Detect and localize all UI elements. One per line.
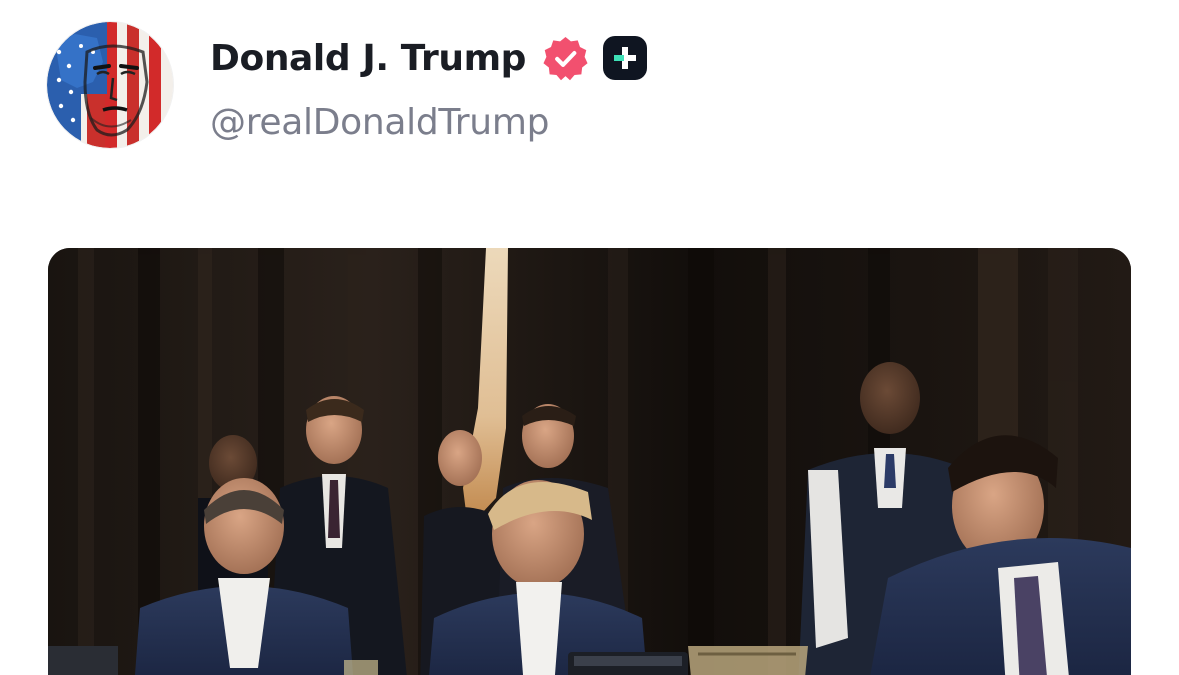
truth-plus-icon[interactable] [603,36,648,80]
name-row: Donald J. Trump [210,34,648,82]
avatar-image [47,22,173,148]
author-identity: Donald J. Trump @realDonaldTrump [210,34,648,143]
post-screen: Donald J. Trump @realDonaldTrump [0,0,1179,675]
verified-check-icon [542,35,589,82]
author-avatar[interactable] [47,22,173,148]
author-display-name[interactable]: Donald J. Trump [210,38,526,79]
photo-image [48,248,1131,675]
author-handle[interactable]: @realDonaldTrump [210,102,647,143]
post-header: Donald J. Trump @realDonaldTrump [47,22,648,148]
post-media[interactable] [48,248,1131,675]
